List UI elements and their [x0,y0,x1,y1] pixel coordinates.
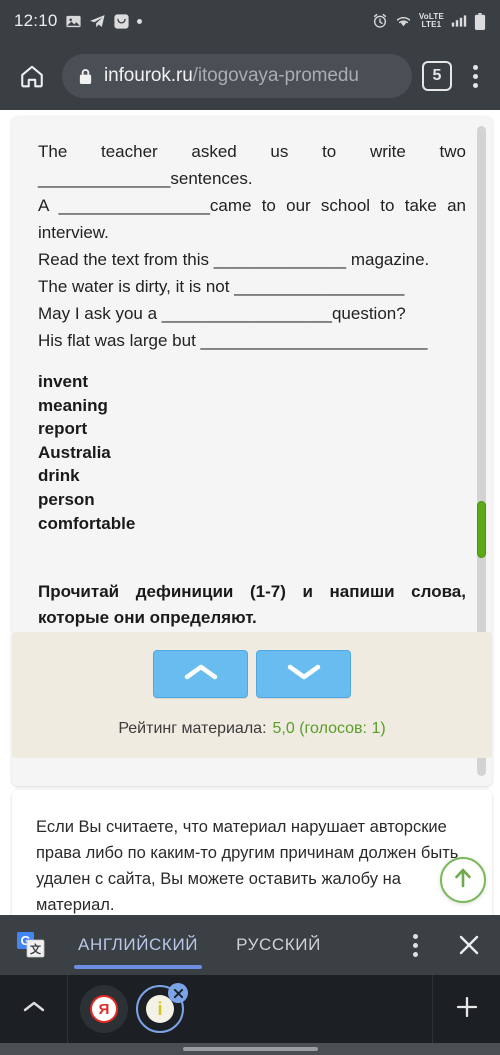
tab-counter-label: 5 [432,67,442,84]
sentence-2: A ________________came to our school to … [38,196,466,242]
translate-lang-english-label: АНГЛИЙСКИЙ [78,935,199,954]
viber-icon [113,13,130,30]
sentence-4: The water is dirty, it is not __________… [38,277,405,296]
battery-icon [474,12,486,30]
page-viewport[interactable]: The teacher asked us to write two ______… [0,110,500,915]
plus-icon [455,995,479,1024]
new-tab-button[interactable] [432,975,500,1043]
sentence-5: May I ask you a __________________questi… [38,304,406,323]
exercise-instruction: Прочитай дефиниции (1-7) и напиши слова,… [38,582,466,628]
status-bar-left: 12:10 [14,11,142,31]
scroll-to-top-button[interactable] [440,857,486,903]
telegram-icon [89,13,106,30]
translate-lang-english[interactable]: АНГЛИЙСКИЙ [72,915,204,975]
home-icon[interactable] [12,56,52,96]
status-bar-right: VoLTE LTE1 [372,12,486,30]
vote-buttons [12,650,492,698]
translate-lang-russian[interactable]: РУССКИЙ [230,915,327,975]
word-bank: invent meaning report Australia drink pe… [12,354,492,535]
translate-lang-russian-label: РУССКИЙ [236,935,321,954]
tab-strip: Я i [0,975,500,1043]
copyright-complaint-text: Если Вы считаете, что материал нарушает … [36,818,459,914]
exercise-sentences: The teacher asked us to write two ______… [12,116,492,354]
yandex-tab[interactable]: Я [80,985,128,1033]
url-bar[interactable]: infourok.ru/itogovaya-promedu [62,54,412,98]
volte-icon: VoLTE LTE1 [418,12,444,29]
google-translate-bar: G 文 АНГЛИЙСКИЙ РУССКИЙ [0,915,500,975]
word-bank-item: drink [38,466,80,486]
translate-close-icon[interactable] [454,930,484,960]
word-bank-item: Australia [38,442,111,462]
word-bank-item: invent [38,372,89,391]
system-nav-handle[interactable] [0,1043,500,1055]
browser-toolbar: infourok.ru/itogovaya-promedu 5 [0,42,500,110]
word-bank-item: person [38,489,95,509]
word-bank-item: report [38,419,88,439]
google-translate-icon: G 文 [16,930,46,960]
open-tabs-list: Я i [68,975,432,1043]
signal-icon [451,14,467,28]
status-bar-clock: 12:10 [14,11,58,30]
url-path: /itogovaya-promedu [192,65,359,86]
infourok-tab[interactable]: i [136,983,188,1033]
phone-screen: 12:10 VoLTE LTE1 infourok.ru/itogovaya-p… [0,0,500,1055]
tab-counter-button[interactable]: 5 [422,61,452,91]
vote-up-button[interactable] [153,650,248,698]
sentence-1: The teacher asked us to write two ______… [38,142,466,188]
rating-box: Рейтинг материала: 5,0 (голосов: 1) [12,632,492,758]
kebab-menu-icon[interactable] [462,61,488,91]
word-bank-item: comfortable [38,513,136,533]
sentence-6: His flat was large but _________________… [38,331,428,350]
arrow-up-icon [452,866,474,895]
svg-text:文: 文 [30,942,42,956]
translate-menu-icon[interactable] [402,933,428,957]
sentence-3: Read the text from this ______________ m… [38,250,430,269]
alarm-icon [372,13,388,29]
rating-line: Рейтинг материала: 5,0 (голосов: 1) [12,720,492,738]
photo-icon [65,13,82,30]
scrollbar-thumb[interactable] [477,501,486,558]
url-text: infourok.ru/itogovaya-promedu [104,65,359,87]
dot-indicator-icon [136,18,142,24]
word-bank-item: meaning [38,395,108,415]
lock-icon [78,68,93,85]
copyright-complaint-card: Если Вы считаете, что материал нарушает … [12,790,492,915]
yandex-favicon-icon: Я [90,995,118,1023]
url-domain: infourok.ru [104,65,193,86]
status-bar: 12:10 VoLTE LTE1 [0,0,500,42]
rating-label: Рейтинг материала: [118,720,267,737]
close-icon[interactable] [168,983,188,1003]
vote-down-button[interactable] [256,650,351,698]
chevron-up-icon [23,1000,45,1019]
chevron-up-icon [181,660,221,689]
tab-strip-collapse-button[interactable] [0,975,68,1043]
chevron-down-icon [284,660,324,689]
rating-value: 5,0 (голосов: 1) [272,720,386,737]
wifi-icon [395,14,412,28]
